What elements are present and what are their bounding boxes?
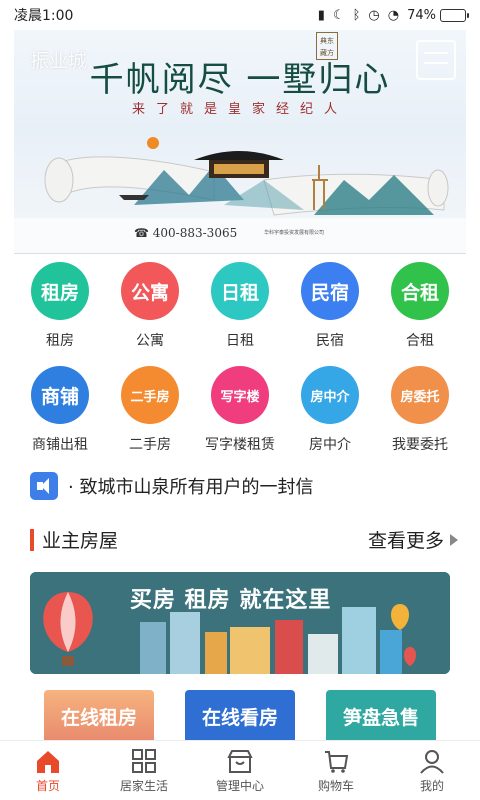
- category-label: 房中介: [309, 437, 351, 453]
- category-xiezilou[interactable]: 写字楼 写字楼租赁: [195, 366, 285, 454]
- tab-profile[interactable]: 我的: [384, 741, 480, 800]
- category-label: 日租: [226, 333, 254, 349]
- promo-text: 买房 租房 就在这里: [130, 588, 332, 613]
- category-ershoufang[interactable]: 二手房 二手房: [105, 366, 195, 454]
- battery-percent: 74%: [407, 7, 436, 23]
- battery: 74%: [407, 7, 469, 23]
- rizu-icon[interactable]: 日租: [211, 262, 269, 320]
- category-fangzhongjie[interactable]: 房中介 房中介: [285, 366, 375, 454]
- section-accent-bar: [30, 528, 34, 551]
- zufang-icon[interactable]: 租房: [31, 262, 89, 320]
- category-row: 租房 租房 公寓 公寓 日租 日租 民宿 民宿 合租 合租: [0, 262, 480, 350]
- see-more-link[interactable]: 查看更多: [368, 526, 444, 553]
- bluetooth-icon: ᛒ: [352, 7, 361, 23]
- category-label: 写字楼租赁: [205, 437, 275, 453]
- category-hezu[interactable]: 合租 合租: [375, 262, 465, 350]
- status-icons: ▮ ☾ ᛒ ◷ ◔ 74%: [317, 7, 469, 23]
- category-label: 合租: [406, 333, 434, 349]
- category-shangpu[interactable]: 商铺 商铺出租: [15, 366, 105, 454]
- category-minsu[interactable]: 民宿 民宿: [285, 262, 375, 350]
- tab-label: 居家生活: [119, 778, 168, 793]
- category-zufang[interactable]: 租房 租房: [15, 262, 105, 350]
- tab-label: 我的: [419, 778, 444, 793]
- alarm-icon: ◷: [368, 7, 380, 23]
- category-row: 商铺 商铺出租 二手房 二手房 写字楼 写字楼租赁 房中介 房中介 房委托 我要委托: [0, 366, 480, 454]
- moon-icon: ☾: [332, 7, 345, 23]
- banner-seal: 典东藏方: [316, 32, 338, 60]
- bottom-tab-bar: 首页 居家生活 管理中心 购物车 我的: [0, 740, 480, 800]
- category-label: 我要委托: [392, 437, 448, 453]
- chevron-right-icon[interactable]: [450, 533, 458, 546]
- xiezilou-icon[interactable]: 写字楼: [211, 366, 269, 424]
- home-icon: [37, 750, 59, 773]
- category-gongyu[interactable]: 公寓 公寓: [105, 262, 195, 350]
- online-rent-card[interactable]: 在线租房: [44, 690, 154, 742]
- category-label: 民宿: [316, 333, 344, 349]
- category-grid: 租房 租房 公寓 公寓 日租 日租 民宿 民宿 合租 合租 商铺 商铺出租 二手房 二手房 写字楼 写字楼租…: [0, 262, 480, 454]
- notice-bar[interactable]: · 致城市山泉所有用户的一封信: [30, 472, 313, 500]
- promo-banner[interactable]: 买房 租房 就在这里: [30, 572, 450, 674]
- speaker-icon: [30, 472, 58, 500]
- user-icon: [420, 749, 444, 774]
- signal-icon: ▮: [317, 7, 325, 23]
- cart-icon: [325, 750, 349, 773]
- banner-slogan: 千帆阅尽 一墅归心: [89, 60, 391, 100]
- weituo-icon[interactable]: 房委托: [391, 366, 449, 424]
- category-weituo[interactable]: 房委托 我要委托: [375, 366, 465, 454]
- hezu-icon[interactable]: 合租: [391, 262, 449, 320]
- section-header: 业主房屋 查看更多: [30, 526, 458, 553]
- status-bar: 凌晨1:00 ▮ ☾ ᛒ ◷ ◔ 74%: [0, 0, 480, 30]
- category-label: 二手房: [129, 437, 171, 453]
- tab-label: 管理中心: [215, 778, 264, 793]
- fangzhongjie-icon[interactable]: 房中介: [301, 366, 359, 424]
- banner-phone: ☎ 400-883-3065: [134, 226, 238, 240]
- battery-icon: [440, 8, 469, 22]
- tab-cart[interactable]: 购物车: [288, 741, 384, 800]
- category-label: 公寓: [136, 333, 164, 349]
- wifi-icon: ◔: [387, 7, 400, 23]
- status-time: 凌晨1:00: [14, 8, 74, 24]
- banner[interactable]: 振业城 千帆阅尽 一墅归心 典东藏方 来了就是皇家经纪人 ☎ 400-883-3…: [14, 30, 466, 254]
- tab-home-life[interactable]: 居家生活: [96, 741, 192, 800]
- notice-text[interactable]: · 致城市山泉所有用户的一封信: [68, 473, 313, 499]
- tab-management[interactable]: 管理中心: [192, 741, 288, 800]
- gongyu-icon[interactable]: 公寓: [121, 262, 179, 320]
- shangpu-icon[interactable]: 商铺: [31, 366, 89, 424]
- tab-home[interactable]: 首页: [0, 741, 96, 800]
- tab-label: 首页: [35, 778, 60, 793]
- tab-label: 购物车: [317, 778, 354, 793]
- minsu-icon[interactable]: 民宿: [301, 262, 359, 320]
- banner-subtitle: 来了就是皇家经纪人: [131, 102, 348, 117]
- service-cards: 在线租房 在线看房 笋盘急售: [44, 690, 464, 742]
- section-title: 业主房屋: [42, 530, 119, 552]
- category-rizu[interactable]: 日租 日租: [195, 262, 285, 350]
- grid-icon: [132, 748, 156, 773]
- online-viewing-card[interactable]: 在线看房: [185, 690, 295, 742]
- shop-icon: [227, 749, 253, 773]
- category-label: 商铺出租: [32, 437, 88, 453]
- banner-company: 华科宇泰投资发展有限公司: [264, 230, 325, 236]
- ershoufang-icon[interactable]: 二手房: [121, 366, 179, 424]
- urgent-sale-card[interactable]: 笋盘急售: [326, 690, 436, 742]
- category-label: 租房: [46, 333, 74, 349]
